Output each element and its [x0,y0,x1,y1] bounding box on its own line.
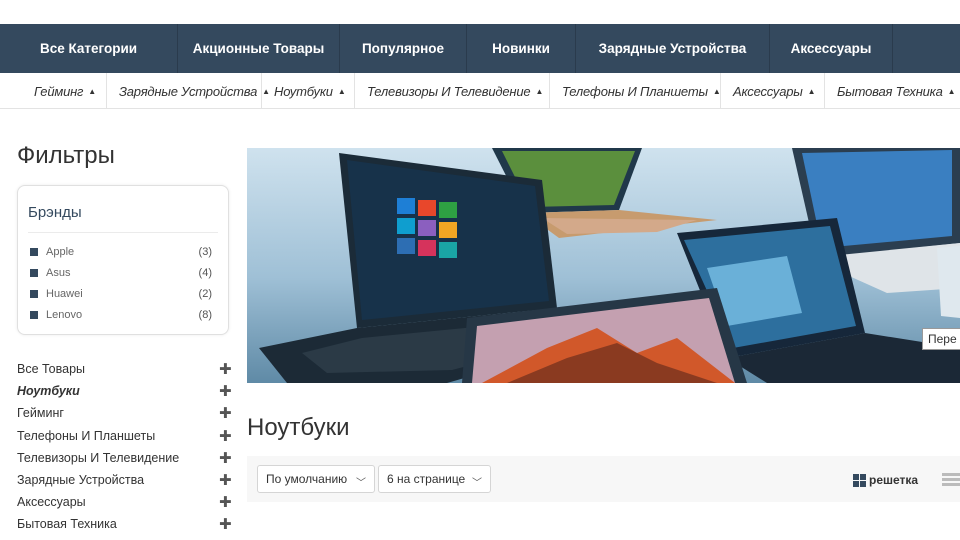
brand-filter-title: Брэнды [28,204,82,221]
sub-nav-accessories[interactable]: Аксессуары ▲ [721,73,825,109]
category-label: Все Товары [17,362,86,377]
plus-icon[interactable]: ✚ [219,404,232,422]
banner-tooltip: Пере [922,328,960,350]
category-item-phones[interactable]: Телефоны И Планшеты ✚ [17,425,232,447]
sort-select-value: По умолчанию [266,472,348,486]
brand-name: Lenovo [46,309,83,321]
list-view-icon[interactable] [942,473,960,486]
top-nav-chargers[interactable]: Зарядные Устройства [576,24,770,73]
product-toolbar: По умолчанию ﹀ 6 на странице ﹀ решетка [247,456,960,502]
top-nav: Все Категории Акционные Товары Популярно… [0,24,960,73]
brand-filter-item[interactable]: Huawei (2) [30,286,212,302]
category-banner-image [247,148,960,383]
caret-up-icon: ▲ [947,86,956,96]
plus-icon[interactable]: ✚ [219,449,232,467]
grid-view-button[interactable]: решетка [853,473,918,487]
sub-nav-gaming[interactable]: Гейминг ▲ [0,73,107,109]
caret-up-icon: ▲ [807,86,816,96]
category-label: Телефоны И Планшеты [17,428,156,443]
grid-icon [853,473,867,487]
category-item-tv[interactable]: Телевизоры И Телевидение ✚ [17,447,232,469]
brand-name: Apple [46,246,75,258]
sub-nav: Гейминг ▲ Зарядные Устройства ▲ Ноутбуки ▲ … [0,73,960,109]
checkbox-square-icon [30,269,38,277]
top-nav-popular[interactable]: Популярное [340,24,467,73]
category-label: Гейминг [17,406,64,421]
checkbox-square-icon [30,311,38,319]
brand-name: Huawei [46,288,83,300]
brand-count: (8) [198,309,212,321]
sub-nav-chargers[interactable]: Зарядные Устройства ▲ [107,73,270,109]
category-item-laptops[interactable]: Ноутбуки ✚ [17,380,232,402]
sub-nav-tv[interactable]: Телевизоры И Телевидение ▲ [355,73,550,109]
chevron-down-icon: ﹀ [472,478,482,489]
brand-count: (4) [198,267,212,279]
sub-nav-label: Телефоны И Планшеты [562,83,708,99]
chevron-down-icon: ﹀ [356,478,366,489]
sub-nav-label: Телевизоры И Телевидение [367,83,531,99]
brand-filter-item[interactable]: Asus (4) [30,265,212,281]
checkbox-square-icon [30,248,38,256]
caret-up-icon: ▲ [88,86,96,96]
category-label: Зарядные Устройства [17,473,145,488]
plus-icon[interactable]: ✚ [219,493,232,511]
page-title: Ноутбуки [247,414,350,441]
plus-icon[interactable]: ✚ [219,382,232,400]
brand-count: (3) [198,246,212,258]
grid-view-label: решетка [869,473,919,487]
category-item-appliances[interactable]: Бытовая Техника ✚ [17,513,232,535]
category-label: Телевизоры И Телевидение [17,450,180,465]
plus-icon[interactable]: ✚ [219,471,232,489]
top-nav-promo[interactable]: Акционные Товары [178,24,340,73]
sub-nav-label: Ноутбуки [274,83,333,99]
sub-nav-label: Зарядные Устройства [119,83,258,99]
per-page-select[interactable]: 6 на странице ﹀ [378,465,491,493]
category-item-gaming[interactable]: Гейминг ✚ [17,402,232,424]
filters-title: Фильтры [17,142,115,169]
sub-nav-phones[interactable]: Телефоны И Планшеты ▲ [550,73,721,109]
top-nav-all-categories[interactable]: Все Категории [0,24,178,73]
caret-up-icon: ▲ [712,86,721,96]
laptops-illustration [259,148,960,383]
checkbox-square-icon [30,290,38,298]
brand-filter-item[interactable]: Apple (3) [30,244,212,260]
sort-select[interactable]: По умолчанию ﹀ [257,465,375,493]
top-nav-accessories[interactable]: Аксессуары [770,24,893,73]
category-label: Аксессуары [17,495,86,510]
sub-nav-label: Гейминг [34,83,84,99]
brand-count: (2) [198,288,212,300]
sub-nav-laptops[interactable]: Ноутбуки ▲ [262,73,355,109]
category-label: Бытовая Техника [17,517,117,532]
category-item-all[interactable]: Все Товары ✚ [17,358,232,380]
top-nav-new[interactable]: Новинки [467,24,576,73]
category-item-accessories[interactable]: Аксессуары ✚ [17,491,232,513]
brand-filter-box: Брэнды Apple (3) Asus (4) Huawei (2) Lenovo… [17,185,229,335]
plus-icon[interactable]: ✚ [219,360,232,378]
caret-up-icon: ▲ [535,86,544,96]
category-label: Ноутбуки [17,384,80,399]
plus-icon[interactable]: ✚ [219,427,232,445]
sub-nav-appliances[interactable]: Бытовая Техника ▲ [825,73,960,109]
brand-filter-item[interactable]: Lenovo (8) [30,307,212,323]
plus-icon[interactable]: ✚ [219,515,232,533]
category-list: Все Товары ✚ Ноутбуки ✚ Гейминг ✚ Телефоны … [17,358,232,536]
caret-up-icon: ▲ [337,86,346,96]
sub-nav-label: Бытовая Техника [837,83,943,99]
brand-name: Asus [46,267,71,279]
sub-nav-label: Аксессуары [733,83,803,99]
per-page-select-value: 6 на странице [387,472,466,486]
divider [28,232,218,233]
category-item-chargers[interactable]: Зарядные Устройства ✚ [17,469,232,491]
